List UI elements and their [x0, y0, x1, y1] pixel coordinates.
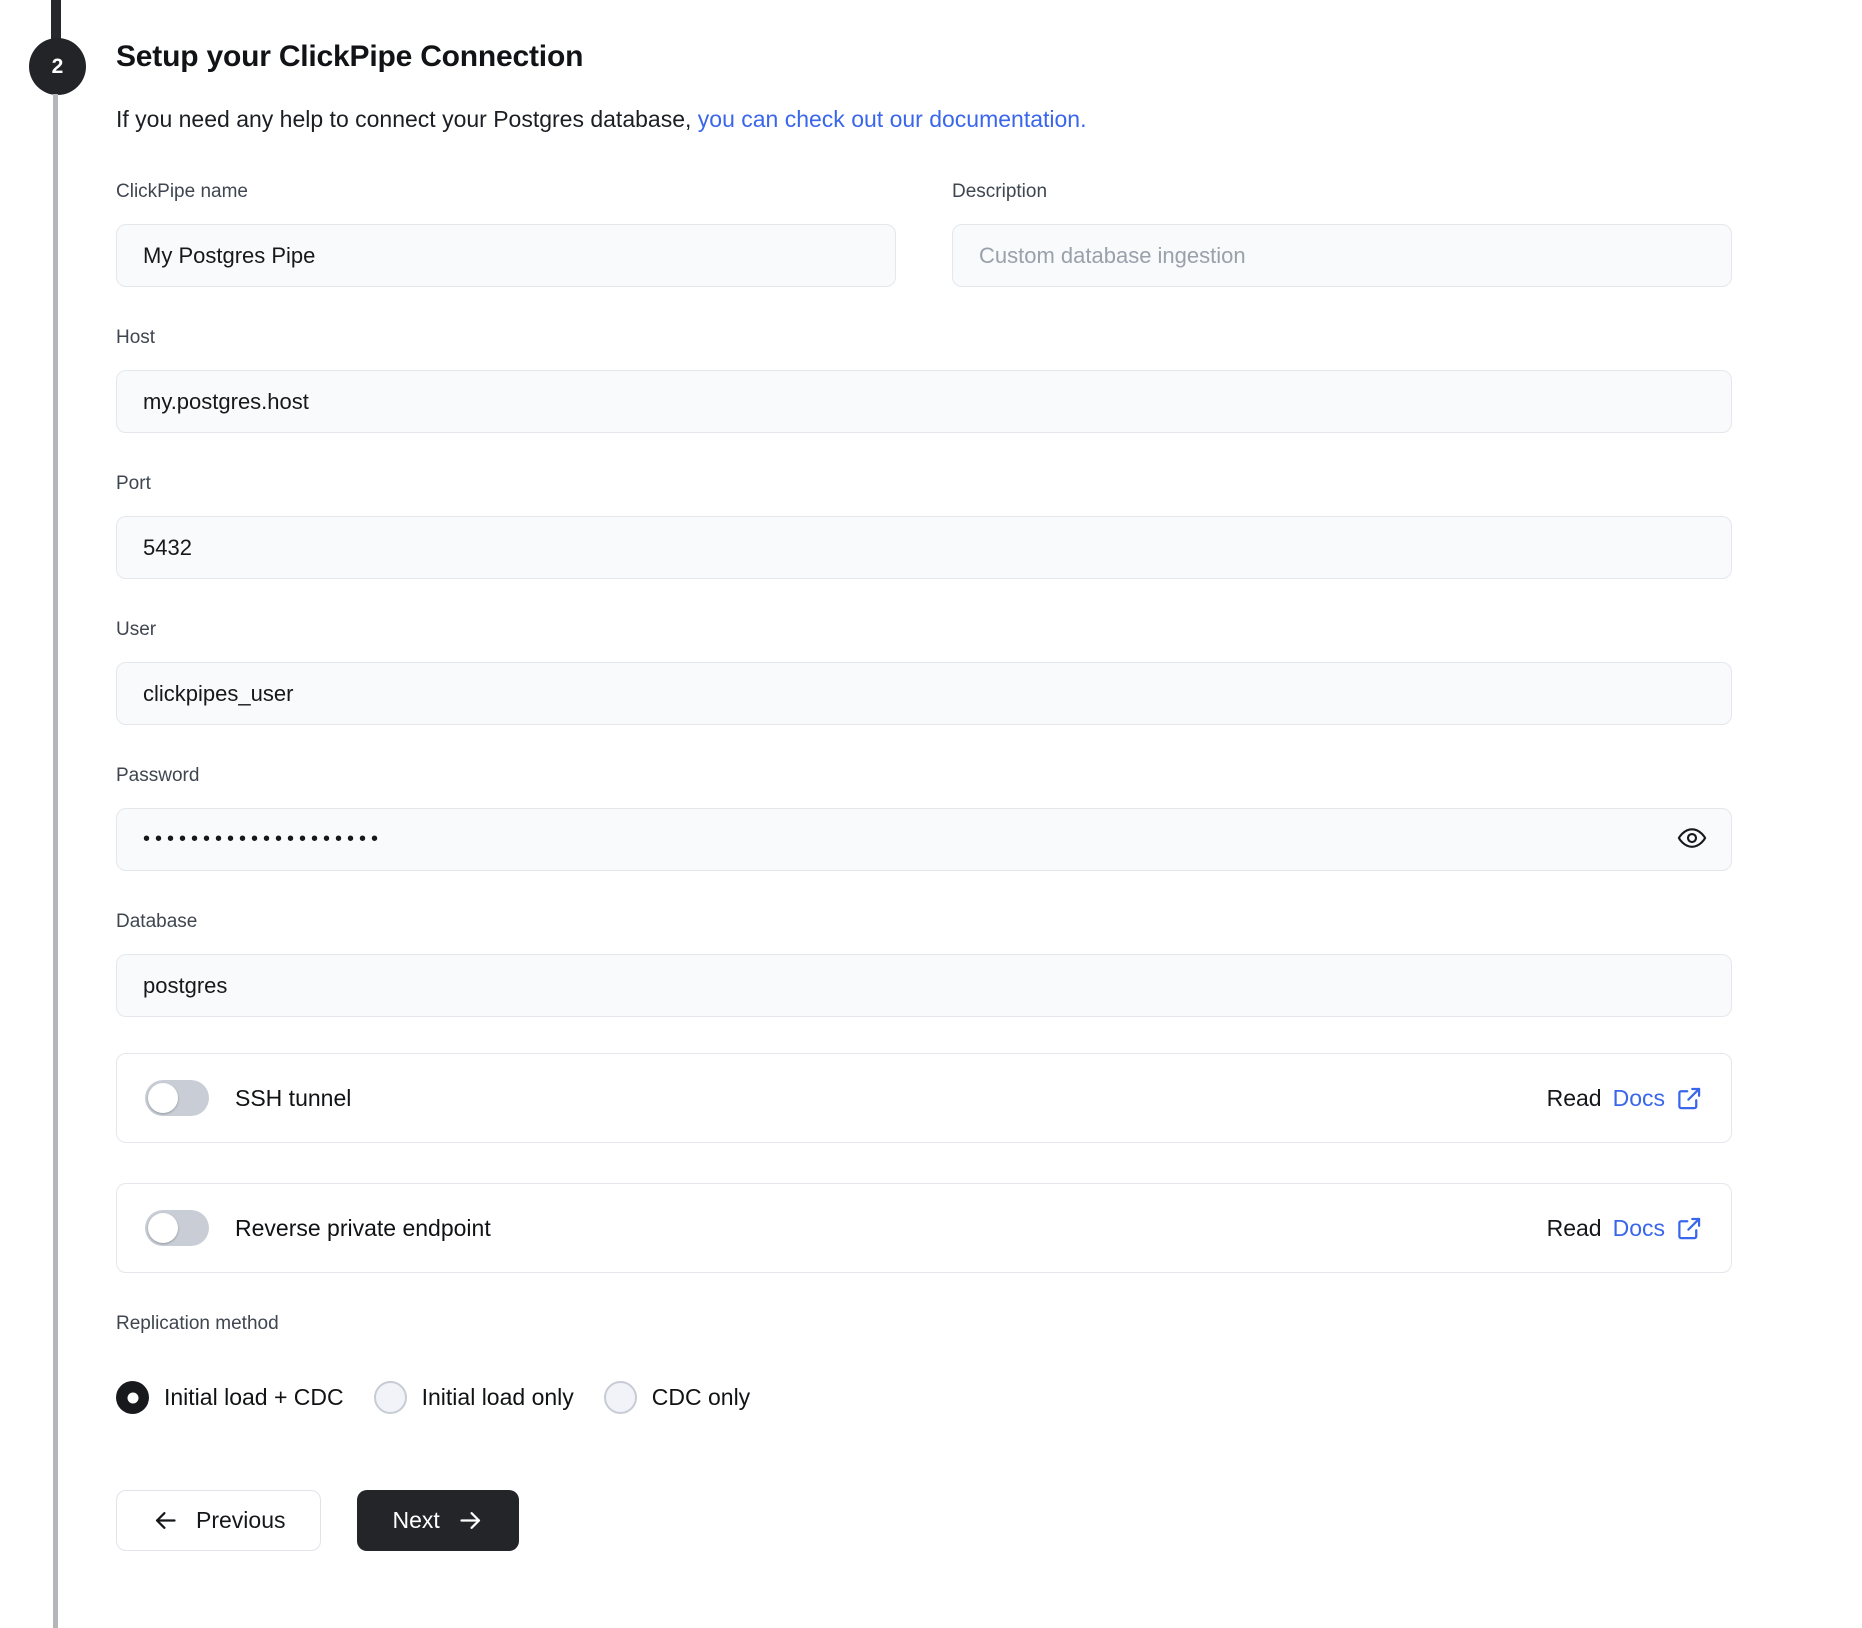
description-input[interactable]: [952, 224, 1732, 287]
password-visibility-toggle[interactable]: [1674, 822, 1710, 858]
intro-plain-text: If you need any help to connect your Pos…: [116, 106, 698, 132]
database-field: Database: [116, 911, 1732, 1017]
reverse-private-endpoint-card: Reverse private endpoint Read Docs: [116, 1183, 1732, 1273]
previous-button[interactable]: Previous: [116, 1490, 322, 1551]
step-number: 2: [51, 54, 64, 78]
ssh-tunnel-label: SSH tunnel: [235, 1084, 352, 1111]
external-link-icon[interactable]: [1676, 1215, 1703, 1242]
eye-icon: [1677, 823, 1707, 856]
clickpipe-name-input[interactable]: [116, 224, 896, 287]
read-text: Read: [1546, 1214, 1602, 1241]
ssh-docs-link[interactable]: Docs: [1613, 1085, 1665, 1112]
radio-initial-load-cdc[interactable]: Initial load + CDC: [116, 1381, 344, 1414]
toggle-knob: [148, 1083, 178, 1113]
step-indicator: 2: [29, 38, 86, 95]
replication-method-label: Replication method: [116, 1313, 279, 1334]
user-label: User: [116, 619, 157, 640]
reverse-endpoint-docs-link[interactable]: Docs: [1613, 1215, 1665, 1242]
user-field: User: [116, 619, 1732, 725]
reverse-private-endpoint-toggle[interactable]: [145, 1210, 209, 1246]
page-title: Setup your ClickPipe Connection: [116, 40, 584, 73]
description-label: Description: [952, 181, 1048, 202]
radio-selected-icon[interactable]: [116, 1381, 149, 1414]
radio-initial-load-only[interactable]: Initial load only: [373, 1381, 574, 1414]
toggle-knob: [148, 1213, 178, 1243]
user-input[interactable]: [116, 662, 1732, 725]
next-button-label: Next: [392, 1507, 440, 1533]
ssh-tunnel-card: SSH tunnel Read Docs: [116, 1053, 1732, 1143]
radio-unselected-icon[interactable]: [603, 1381, 637, 1414]
port-label: Port: [116, 473, 151, 494]
port-input[interactable]: [116, 516, 1732, 579]
step-rail-bottom: [53, 94, 58, 1628]
port-field: Port: [116, 473, 1732, 579]
radio-unselected-icon[interactable]: [373, 1381, 407, 1414]
clickpipe-name-field: ClickPipe name: [116, 181, 896, 287]
host-input[interactable]: [116, 370, 1732, 433]
documentation-link[interactable]: you can check out our documentation.: [698, 106, 1087, 132]
radio-label: Initial load + CDC: [164, 1384, 344, 1410]
arrow-left-icon: [152, 1507, 179, 1534]
read-text: Read: [1546, 1084, 1602, 1111]
intro-text: If you need any help to connect your Pos…: [116, 106, 1732, 133]
reverse-private-endpoint-label: Reverse private endpoint: [235, 1214, 491, 1241]
database-input[interactable]: [116, 954, 1732, 1017]
external-link-icon[interactable]: [1676, 1085, 1703, 1112]
form-actions: Previous Next: [116, 1490, 1732, 1551]
description-field: Description: [952, 181, 1732, 287]
password-label: Password: [116, 765, 200, 786]
password-input[interactable]: [116, 808, 1732, 871]
radio-label: CDC only: [651, 1384, 751, 1410]
next-button[interactable]: Next: [357, 1490, 519, 1551]
arrow-right-icon: [457, 1507, 484, 1534]
password-field: Password: [116, 765, 1732, 871]
clickpipe-name-label: ClickPipe name: [116, 181, 248, 202]
host-label: Host: [116, 327, 156, 348]
radio-label: Initial load only: [421, 1384, 574, 1410]
database-label: Database: [116, 911, 198, 932]
ssh-tunnel-toggle[interactable]: [145, 1080, 209, 1116]
setup-connection-section: Setup your ClickPipe Connection If you n…: [116, 40, 1732, 1551]
previous-button-label: Previous: [196, 1507, 286, 1533]
host-field: Host: [116, 327, 1732, 433]
radio-cdc-only[interactable]: CDC only: [603, 1381, 751, 1414]
replication-method-options: Initial load + CDC Initial load only CDC…: [116, 1381, 1732, 1414]
